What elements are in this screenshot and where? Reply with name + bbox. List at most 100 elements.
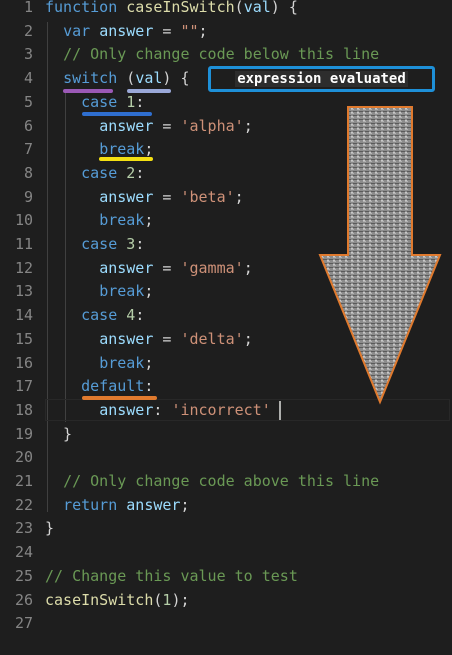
token-kw: var — [63, 21, 91, 40]
code-line[interactable]: 25 // Change this value to test — [0, 565, 452, 589]
line-number: 8 — [23, 163, 33, 182]
line-number: 15 — [14, 329, 33, 348]
code-text: answer = 'delta'; — [45, 328, 253, 352]
code-line[interactable]: 1 function caseInSwitch(val) { — [0, 0, 452, 20]
code-text: return answer; — [45, 494, 190, 518]
token-var: answer — [99, 187, 154, 206]
code-text: } — [45, 423, 72, 447]
token-pun — [45, 188, 99, 206]
token-var: val — [135, 69, 163, 88]
token-kw: return — [63, 495, 118, 514]
line-number: 3 — [23, 45, 33, 64]
code-text: var answer = ""; — [45, 20, 208, 44]
token-kw: break — [99, 353, 145, 372]
token-pun — [45, 235, 81, 253]
token-pun: ; — [144, 353, 154, 372]
default-underline — [82, 396, 157, 400]
code-line[interactable]: 19 } — [0, 423, 452, 447]
code-line[interactable]: 23} — [0, 517, 452, 541]
code-line[interactable]: 26 caseInSwitch(1); — [0, 589, 452, 613]
token-pun: } — [45, 424, 73, 443]
token-pun — [45, 259, 99, 277]
token-cmt: // Only change code above this line — [63, 472, 380, 490]
code-text: break; — [45, 352, 153, 376]
line-number: 26 — [14, 590, 33, 609]
token-pun: } — [45, 519, 55, 538]
token-cmt: // Change this value to test — [45, 566, 298, 585]
line-number: 2 — [23, 21, 33, 40]
token-pun — [45, 330, 99, 348]
expression-evaluated-callout: expression evaluated — [208, 66, 435, 92]
break-underline — [99, 157, 153, 161]
code-editor[interactable]: 1 function caseInSwitch(val) {2 var answe… — [0, 0, 452, 655]
line-number: 5 — [23, 92, 33, 111]
token-pun: ) { — [270, 0, 298, 16]
text-cursor — [279, 400, 281, 420]
token-pun — [45, 377, 81, 395]
line-number: 21 — [14, 472, 33, 490]
token-pun — [117, 235, 126, 253]
token-fn: caseInSwitch — [126, 0, 235, 16]
token-num: 1 — [126, 92, 136, 111]
token-num: 3 — [126, 235, 136, 253]
code-text: function caseInSwitch(val) { — [45, 0, 298, 20]
line-number: 10 — [14, 211, 33, 230]
line-number: 23 — [14, 519, 33, 538]
token-pun: ; — [180, 495, 190, 514]
code-text: break; — [45, 209, 153, 233]
code-text: case 4: — [45, 304, 144, 328]
token-pun — [45, 140, 99, 158]
code-text: answer = 'alpha'; — [45, 115, 253, 139]
token-pun — [45, 93, 81, 111]
line-number: 7 — [23, 140, 33, 159]
line-number: 24 — [14, 543, 33, 562]
code-text: case 2: — [45, 162, 144, 186]
line-number: 27 — [14, 614, 33, 633]
line-number: 13 — [14, 282, 33, 301]
line-number: 12 — [14, 258, 33, 277]
token-kw: default — [81, 377, 145, 396]
token-str: 'delta' — [180, 329, 244, 348]
line-number: 17 — [14, 377, 33, 396]
token-pun: : — [135, 306, 145, 325]
indent-guide — [47, 22, 48, 512]
token-pun: = — [153, 116, 181, 135]
token-var: answer — [126, 495, 181, 514]
token-pun — [117, 0, 126, 16]
down-arrow-icon — [318, 106, 442, 405]
code-text: case 1: — [45, 91, 144, 115]
code-text: case 3: — [45, 233, 144, 257]
code-line[interactable]: 21 // Only change code above this line — [0, 470, 452, 494]
token-pun: ) { — [162, 69, 190, 88]
code-text: caseInSwitch(1); — [45, 589, 190, 613]
token-pun: ; — [144, 211, 154, 230]
token-pun: ; — [144, 282, 154, 301]
code-line[interactable]: 24 — [0, 541, 452, 565]
code-text: // Only change code above this line — [45, 470, 379, 494]
token-var: val — [243, 0, 271, 16]
line-number: 22 — [14, 495, 33, 514]
line-number: 6 — [23, 116, 33, 135]
token-pun: ; — [243, 329, 253, 348]
token-kw: case — [81, 163, 118, 182]
line-number: 4 — [23, 69, 33, 88]
line-number: 1 — [23, 0, 33, 16]
code-text: break; — [45, 280, 153, 304]
code-line[interactable]: 27 — [0, 612, 452, 636]
token-pun — [45, 282, 99, 300]
code-line[interactable]: 22 return answer; — [0, 494, 452, 518]
code-line[interactable]: 3 // Only change code below this line — [0, 43, 452, 67]
token-pun: = — [153, 329, 181, 348]
line-number: 9 — [23, 187, 33, 206]
line-number: 25 — [14, 566, 33, 585]
token-pun — [117, 164, 126, 182]
token-pun — [45, 211, 99, 229]
token-str: 'beta' — [180, 187, 235, 206]
code-line[interactable]: 20 — [0, 446, 452, 470]
token-pun — [90, 22, 99, 40]
code-text: // Only change code below this line — [45, 43, 379, 67]
token-kw: break — [99, 211, 145, 230]
token-num: 4 — [126, 306, 136, 325]
token-pun: : — [135, 235, 145, 253]
code-line[interactable]: 2 var answer = ""; — [0, 20, 452, 44]
